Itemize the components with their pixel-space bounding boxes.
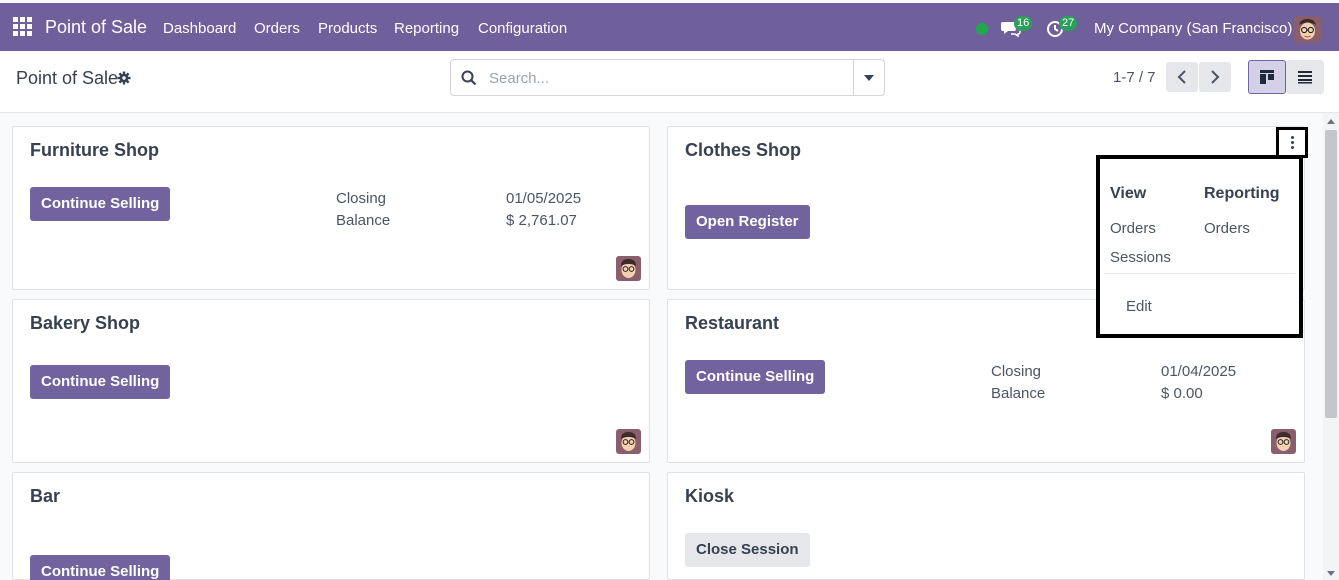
card-title[interactable]: Clothes Shop	[685, 140, 801, 161]
menu-configuration[interactable]: Configuration	[478, 20, 567, 37]
search-options-toggle[interactable]	[853, 60, 884, 95]
chevron-left-icon	[1177, 70, 1186, 84]
top-navbar: Point of Sale Dashboard Orders Products …	[0, 3, 1339, 51]
dropdown-divider	[1104, 273, 1295, 274]
view-orders-link[interactable]: Orders	[1110, 220, 1156, 237]
gear-icon[interactable]	[117, 71, 131, 85]
menu-reporting[interactable]: Reporting	[394, 20, 459, 37]
view-section-header: View	[1110, 185, 1147, 202]
continue-selling-button[interactable]: Continue Selling	[30, 365, 171, 399]
edit-link[interactable]: Edit	[1126, 298, 1152, 315]
card-title[interactable]: Bakery Shop	[30, 313, 140, 334]
activities-badge: 27	[1059, 16, 1078, 31]
reporting-section-header: Reporting	[1204, 185, 1280, 202]
pos-card-furniture-shop: Furniture Shop Continue Selling Closing …	[12, 126, 650, 290]
scroll-down-icon[interactable]	[1327, 571, 1335, 576]
caret-down-icon	[864, 74, 874, 81]
closing-label: Closing	[336, 190, 387, 207]
page-title[interactable]: Point of Sale	[16, 68, 118, 89]
closing-value: 01/04/2025	[1161, 363, 1237, 380]
pager-previous-button[interactable]	[1166, 62, 1198, 92]
chevron-right-icon	[1211, 70, 1220, 84]
scroll-thumb[interactable]	[1325, 130, 1337, 418]
card-options-kebab-icon[interactable]	[1276, 127, 1308, 158]
balance-value: $ 0.00	[1161, 385, 1203, 402]
menu-dashboard[interactable]: Dashboard	[163, 20, 236, 37]
menu-orders[interactable]: Orders	[254, 20, 300, 37]
continue-selling-button[interactable]: Continue Selling	[685, 360, 826, 394]
menu-products[interactable]: Products	[318, 20, 377, 37]
reporting-orders-link[interactable]: Orders	[1204, 220, 1250, 237]
apps-menu-icon[interactable]	[13, 17, 32, 36]
card-title[interactable]: Restaurant	[685, 313, 779, 334]
search-icon	[461, 70, 477, 86]
responsible-avatar	[616, 429, 641, 454]
continue-selling-button[interactable]: Continue Selling	[30, 187, 171, 221]
card-options-dropdown: View Reporting Orders Sessions Orders Ed…	[1096, 155, 1303, 338]
messages-badge: 16	[1014, 16, 1033, 31]
user-avatar[interactable]	[1294, 16, 1321, 43]
balance-label: Balance	[336, 212, 391, 229]
kanban-icon	[1260, 70, 1274, 84]
closing-value: 01/05/2025	[506, 190, 582, 207]
card-title[interactable]: Furniture Shop	[30, 140, 159, 161]
pos-card-bakery-shop: Bakery Shop Continue Selling	[12, 299, 650, 463]
pos-card-bar: Bar Continue Selling	[12, 472, 650, 580]
pager-next-button[interactable]	[1199, 62, 1231, 92]
vertical-scrollbar[interactable]	[1323, 113, 1339, 580]
view-sessions-link[interactable]: Sessions	[1110, 249, 1171, 266]
close-session-button[interactable]: Close Session	[685, 533, 810, 567]
card-title[interactable]: Bar	[30, 486, 60, 507]
continue-selling-button[interactable]: Continue Selling	[30, 555, 171, 580]
list-icon	[1298, 71, 1312, 84]
search-input[interactable]	[489, 68, 849, 88]
responsible-avatar	[1271, 429, 1296, 454]
responsible-avatar	[616, 256, 641, 281]
open-register-button[interactable]: Open Register	[685, 205, 810, 239]
pos-card-kiosk: Kiosk Close Session	[667, 472, 1305, 580]
balance-value: $ 2,761.07	[506, 212, 577, 229]
card-title[interactable]: Kiosk	[685, 486, 734, 507]
control-panel: Point of Sale 1-7 / 7	[0, 51, 1339, 113]
app-brand[interactable]: Point of Sale	[45, 17, 147, 38]
scroll-up-icon[interactable]	[1327, 119, 1335, 124]
pager-value[interactable]: 1-7 / 7	[1113, 69, 1156, 86]
company-switcher[interactable]: My Company (San Francisco)	[1094, 20, 1292, 37]
online-status-icon	[976, 23, 988, 35]
kanban-view-button[interactable]	[1248, 60, 1286, 94]
search-bar	[450, 59, 885, 96]
closing-label: Closing	[991, 363, 1042, 380]
balance-label: Balance	[991, 385, 1046, 402]
list-view-button[interactable]	[1286, 60, 1324, 94]
